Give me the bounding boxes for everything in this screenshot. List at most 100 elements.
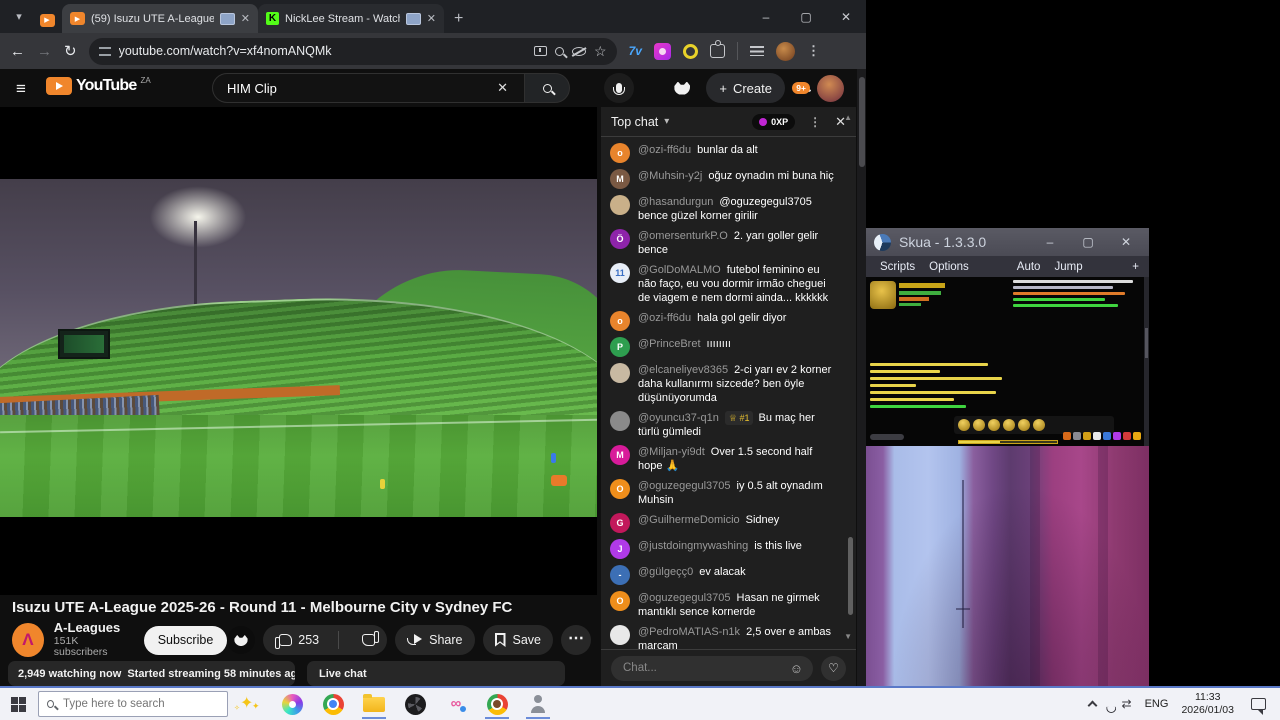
paw-overlay-button[interactable] (227, 626, 256, 654)
live-chat-panel-label[interactable]: Live chat (307, 661, 565, 686)
emoji-icon[interactable]: ☺ (790, 661, 803, 676)
eye-off-icon[interactable] (572, 46, 587, 56)
notification-center-icon[interactable] (1251, 698, 1266, 715)
chat-scrollbar-thumb[interactable] (848, 537, 853, 615)
reload-button[interactable]: ↻ (64, 42, 77, 60)
chat-username[interactable]: @oyuncu37-q1n (638, 412, 719, 424)
menu-scripts[interactable]: Scripts (880, 261, 915, 273)
page-scrollbar-thumb[interactable] (858, 77, 865, 167)
close-tab-icon[interactable]: ✕ (241, 12, 250, 25)
pink-extension-icon[interactable] (653, 42, 671, 60)
scroll-up-icon[interactable]: ▲ (844, 113, 852, 122)
channel-avatar[interactable]: Λ (12, 623, 44, 657)
chat-menu-icon[interactable]: ⋮ (809, 115, 821, 129)
zoom-icon[interactable] (555, 46, 565, 56)
address-bar[interactable]: youtube.com/watch?v=xf4nomANQMk ☆ (88, 37, 617, 65)
tab-kick-stream[interactable]: K NickLee Stream - Watch Liv ✕ (258, 4, 444, 33)
chat-username[interactable]: @PrinceBret (638, 338, 701, 350)
scroll-down-icon[interactable]: ▼ (844, 632, 852, 641)
menu-plus[interactable]: + (1132, 261, 1139, 273)
account-avatar[interactable] (817, 74, 844, 102)
tray-share-icon[interactable]: ⇄ (1122, 697, 1132, 711)
taskbar-search-box[interactable] (38, 691, 228, 717)
person-app-icon[interactable] (526, 689, 550, 719)
bookmark-star-icon[interactable]: ☆ (594, 44, 607, 58)
more-actions-button[interactable]: ⋯ (561, 625, 591, 655)
tab-list-chevron-icon[interactable]: ▾ (8, 6, 30, 28)
chat-input-pill[interactable]: ☺ (611, 655, 813, 681)
clear-search-icon[interactable]: ✕ (497, 80, 508, 96)
menu-auto[interactable]: Auto (1017, 261, 1041, 273)
browser-profile-avatar[interactable] (775, 41, 795, 61)
voice-search-button[interactable] (604, 73, 634, 103)
forward-button[interactable]: → (37, 43, 52, 60)
fan-app-icon[interactable] (403, 689, 427, 719)
channel-name[interactable]: A-Leagues (54, 621, 130, 636)
chat-username[interactable]: @oguzegegul3705 (638, 480, 731, 492)
extensions-puzzle-icon[interactable] (709, 40, 725, 58)
chat-username[interactable]: @GuilhermeDomicio (638, 514, 740, 526)
skua-close-button[interactable]: ✕ (1111, 235, 1141, 249)
chat-username[interactable]: @ozi-ff6du (638, 144, 691, 156)
language-indicator[interactable]: ENG (1145, 698, 1169, 710)
chevron-down-icon[interactable]: ▾ (664, 116, 669, 127)
chrome-profile-icon[interactable] (485, 689, 509, 719)
chat-username[interactable]: @PedroMATIAS-n1k (638, 626, 740, 638)
pinned-tab-youtube[interactable]: ▶ (32, 7, 62, 33)
subscribe-button[interactable]: Subscribe (143, 625, 228, 655)
menu-jump[interactable]: Jump (1054, 261, 1082, 273)
chat-username[interactable]: @GolDoMALMO (638, 264, 721, 276)
video-player[interactable] (0, 107, 597, 595)
browser-menu-icon[interactable]: ⋮ (807, 43, 820, 59)
superchat-heart-button[interactable]: ♡ (821, 655, 846, 681)
ribbon-app-icon[interactable]: ∞ (444, 689, 468, 719)
chat-input[interactable] (621, 661, 790, 675)
chat-mode-label[interactable]: Top chat (611, 115, 658, 129)
dislike-button[interactable] (346, 625, 387, 655)
chat-username[interactable]: @hasandurgun (638, 196, 713, 208)
site-info-icon[interactable] (98, 46, 111, 56)
like-button[interactable]: 253 (263, 625, 331, 655)
youtube-logo[interactable]: YouTube ZA (46, 76, 151, 95)
save-button[interactable]: Save (482, 625, 553, 655)
tray-expand-chevron[interactable] (1087, 700, 1097, 711)
create-button[interactable]: + Create (706, 73, 785, 103)
xp-badge[interactable]: 0XP (752, 113, 796, 130)
zoom-slider[interactable] (870, 434, 904, 440)
media-cast-icon[interactable] (534, 46, 548, 56)
menu-options[interactable]: Options (929, 261, 969, 273)
skua-maximize-button[interactable]: ▢ (1073, 235, 1103, 249)
back-button[interactable]: ← (10, 43, 25, 60)
start-button[interactable] (11, 696, 26, 712)
designer-app-icon[interactable] (280, 689, 304, 719)
maximize-button[interactable]: ▢ (786, 10, 826, 24)
media-controls-icon[interactable] (749, 46, 764, 56)
chrome-icon[interactable] (321, 689, 345, 719)
chat-username[interactable]: @justdoingmywashing (638, 540, 748, 552)
game-menu-icons[interactable] (1063, 432, 1141, 440)
chat-username[interactable]: @omersenturkP.O (638, 230, 728, 242)
skua-titlebar[interactable]: Skua - 1.3.3.0 – ▢ ✕ (866, 228, 1149, 256)
skua-minimize-button[interactable]: – (1035, 235, 1065, 249)
7tv-extension-icon[interactable]: 7v (629, 44, 642, 58)
new-tab-button[interactable]: + (454, 10, 463, 28)
close-tab-icon[interactable]: ✕ (427, 12, 436, 25)
skua-scrollbar[interactable] (1144, 277, 1149, 446)
search-input[interactable] (225, 79, 494, 97)
chat-username[interactable]: @Muhsin-y2j (638, 170, 702, 182)
paw-extension-icon[interactable] (674, 81, 691, 95)
chat-username[interactable]: @gülgeçç0 (638, 566, 693, 578)
hamburger-menu-icon[interactable]: ≡ (16, 79, 26, 99)
search-input-box[interactable]: ✕ (212, 73, 524, 103)
file-explorer-icon[interactable] (362, 689, 386, 719)
page-scrollbar[interactable] (857, 69, 866, 686)
close-button[interactable]: ✕ (826, 10, 866, 24)
minimize-button[interactable]: – (746, 10, 786, 24)
chat-username[interactable]: @ozi-ff6du (638, 312, 691, 324)
taskbar-search-input[interactable] (61, 697, 219, 711)
chat-username[interactable]: @elcaneliyev8365 (638, 364, 728, 376)
yellow-extension-icon[interactable] (682, 43, 698, 59)
taskbar-clock[interactable]: 11:33 2026/01/03 (1181, 691, 1234, 717)
skua-game-view[interactable] (866, 277, 1149, 446)
share-button[interactable]: Share (395, 625, 475, 655)
